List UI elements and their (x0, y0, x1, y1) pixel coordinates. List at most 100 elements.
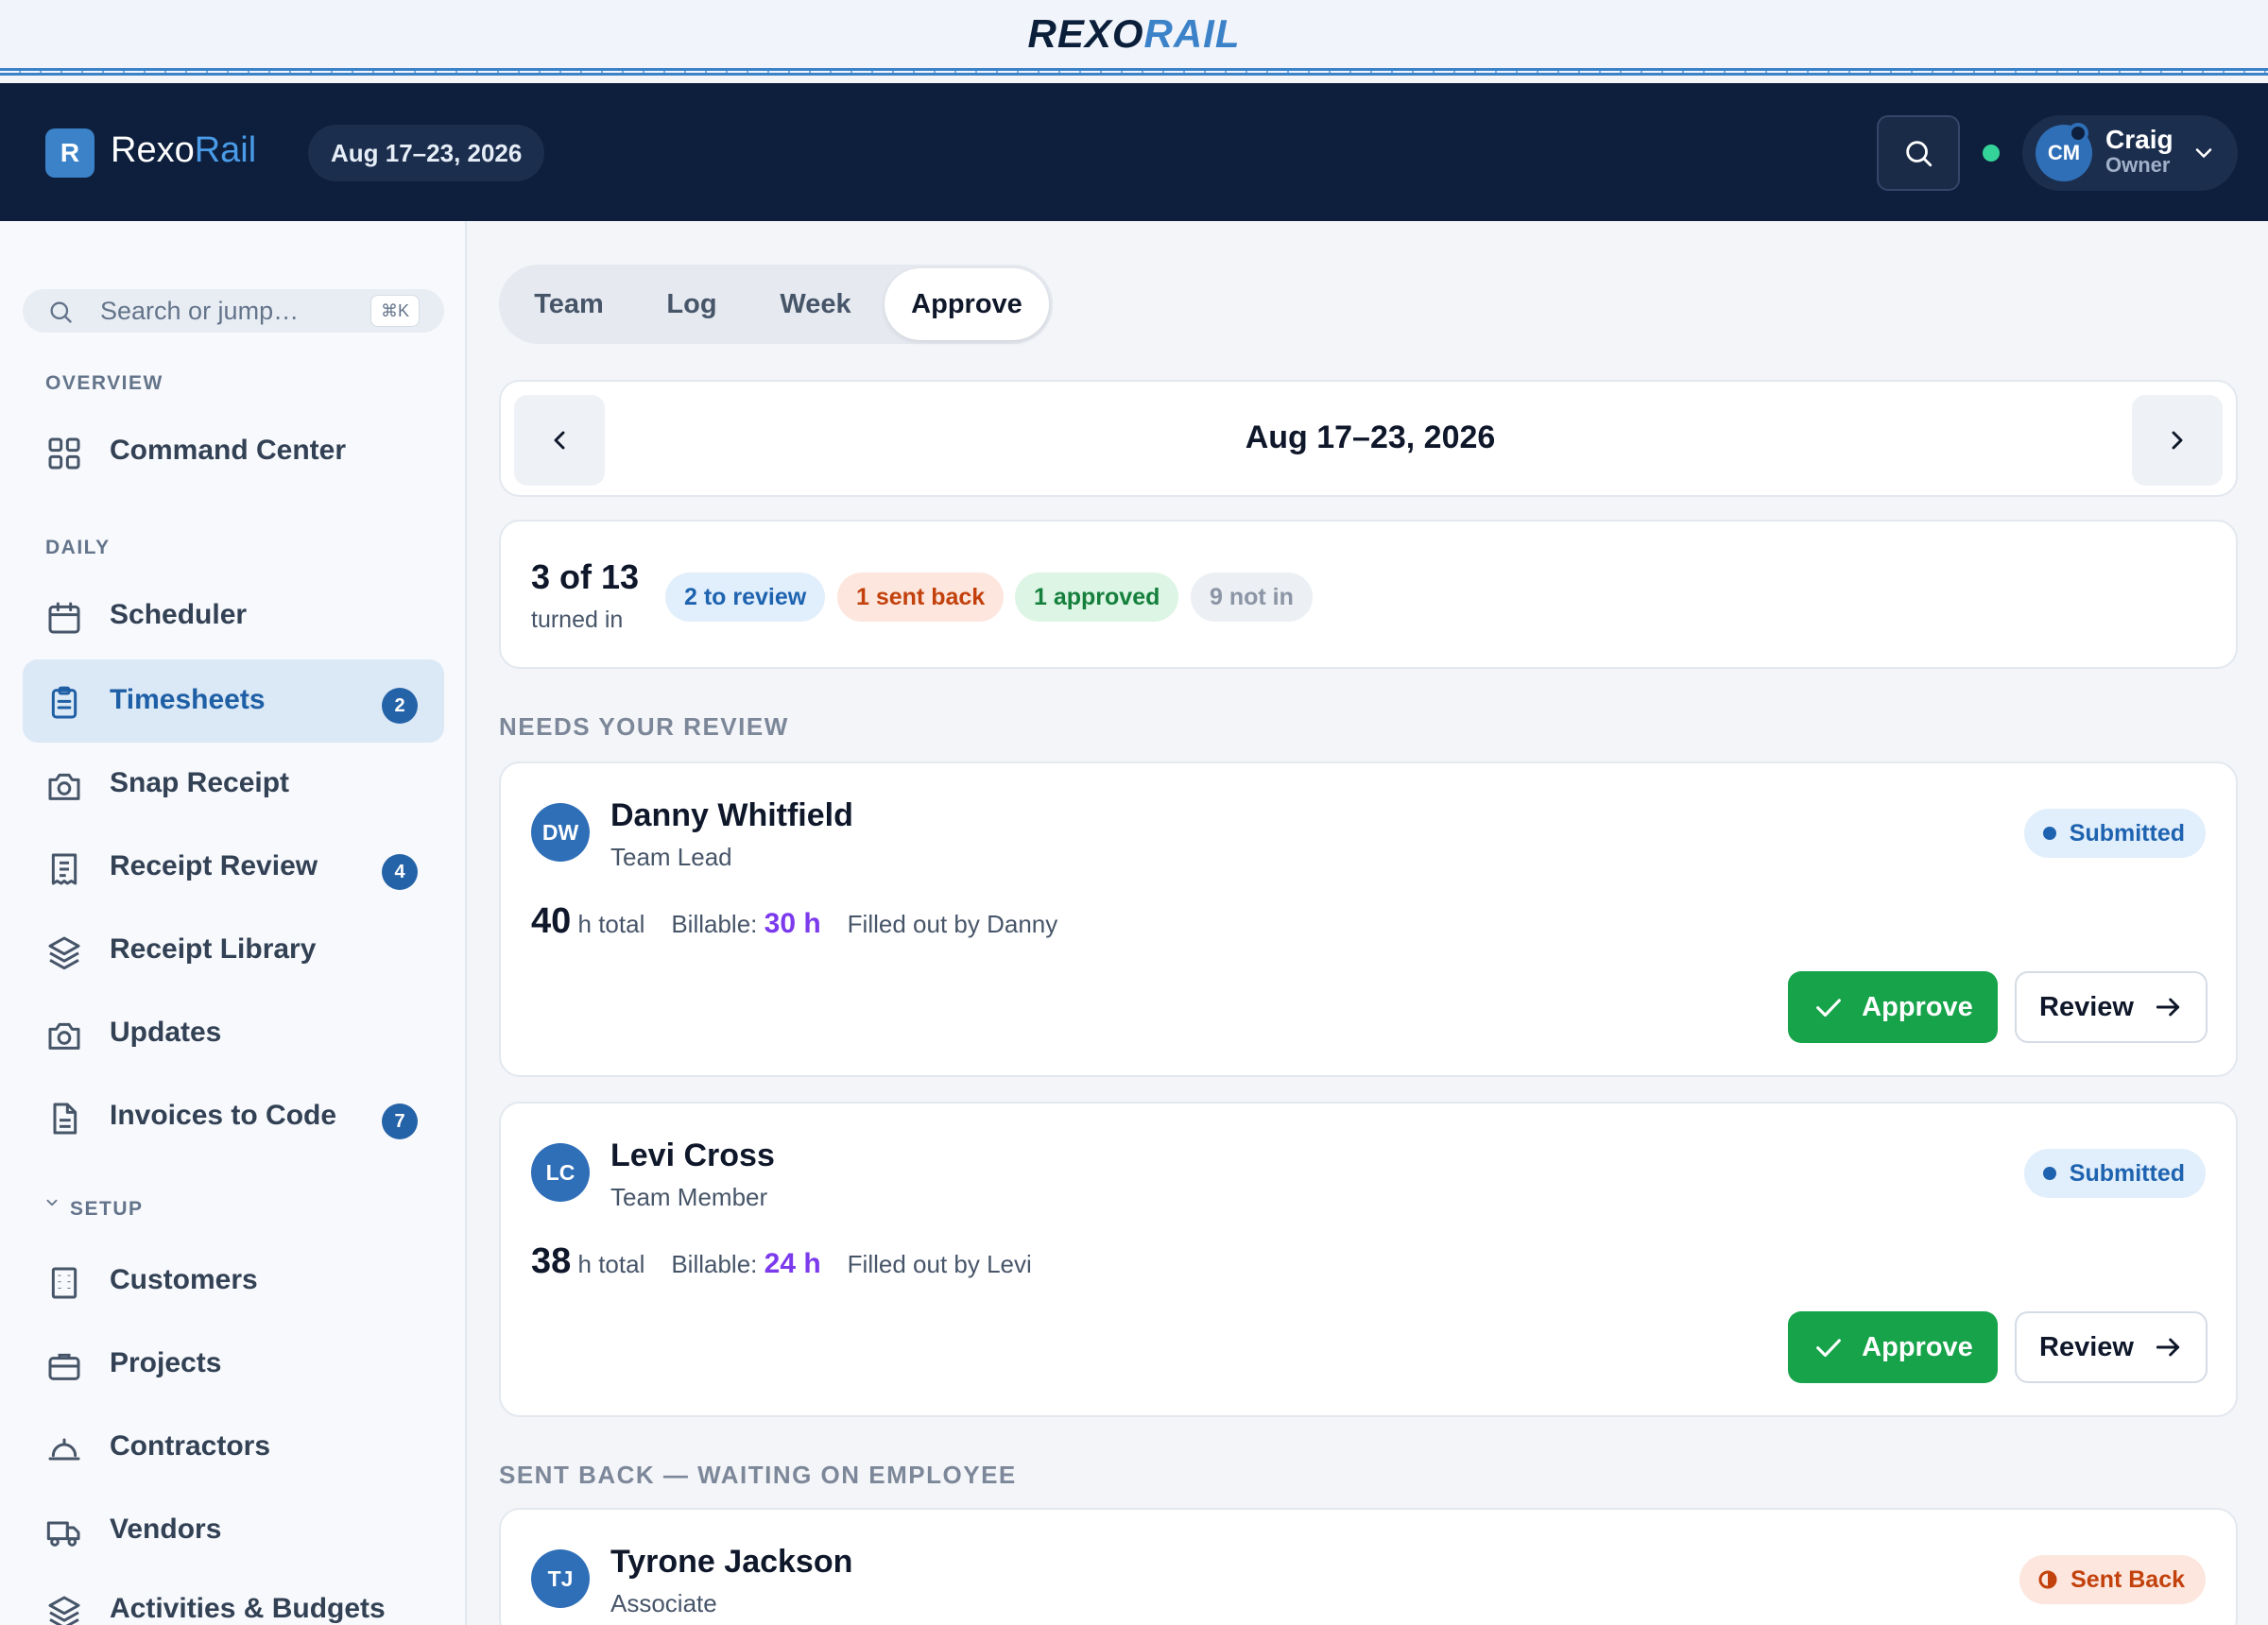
sidebar-item-label: Vendors (110, 1514, 222, 1545)
sidebar-item-invoices-to-code[interactable]: Invoices to Code 7 (23, 1075, 444, 1158)
sidebar-item-label: Updates (110, 1017, 222, 1048)
tab-week[interactable]: Week (748, 268, 883, 340)
timesheet-stats: 38 h total Billable: 24 h Filled out by … (531, 1241, 1032, 1282)
truck-icon (46, 1521, 80, 1547)
hours-unit: h total (577, 1250, 645, 1278)
user-menu[interactable]: CM Craig Owner (2022, 115, 2238, 191)
header-date-range: Aug 17–23, 2026 (308, 125, 545, 181)
turned-in-count: 3 of 13 (531, 557, 640, 596)
sidebar-item-label: Command Center (110, 435, 347, 466)
sidebar-item-receipt-review[interactable]: Receipt Review 4 (23, 826, 444, 909)
sidebar-item-label: Scheduler (110, 599, 248, 630)
billable-hours: 24 h (764, 1248, 821, 1279)
approve-button[interactable]: Approve (1788, 1311, 1998, 1383)
hours-unit: h total (577, 910, 645, 938)
sidebar-item-label: Snap Receipt (110, 767, 290, 798)
count-badge: 2 (382, 688, 418, 724)
billable-label: Billable: (671, 910, 758, 938)
sidebar-item-label: Receipt Review (110, 850, 318, 881)
status-badge: Submitted (2023, 1149, 2206, 1198)
arrow-right-icon (2156, 1338, 2180, 1357)
avatar-status-dot (2068, 123, 2088, 144)
chevron-right-icon (2172, 431, 2183, 450)
section-setup[interactable]: SETUP (45, 1198, 144, 1221)
user-name: Craig (2105, 125, 2174, 154)
sidebar-item-vendors[interactable]: Vendors (23, 1489, 444, 1572)
filter-chip-to-review[interactable]: 2 to review (665, 573, 826, 622)
billable-label: Billable: (671, 1250, 758, 1278)
sidebar-item-receipt-library[interactable]: Receipt Library (23, 909, 444, 992)
header-search-button[interactable] (1877, 115, 1960, 191)
camera-icon (48, 1022, 80, 1050)
employee-name: Tyrone Jackson (610, 1544, 853, 1580)
shortcut-hint: ⌘K (370, 295, 421, 327)
sidebar-item-customers[interactable]: Customers (23, 1240, 444, 1323)
sidebar-item-label: Projects (110, 1347, 222, 1378)
sidebar-item-contractors[interactable]: Contractors (23, 1406, 444, 1489)
app-name: RexoRail (111, 130, 257, 170)
sidebar-item-updates[interactable]: Updates (23, 992, 444, 1075)
employee-role: Associate (610, 1589, 717, 1617)
timesheet-card: TJ Tyrone Jackson Associate Sent Back (499, 1508, 2238, 1625)
sidebar-item-command-center[interactable]: Command Center (23, 410, 444, 493)
next-week-button[interactable] (2132, 395, 2223, 486)
sidebar-item-snap-receipt[interactable]: Snap Receipt (23, 743, 444, 826)
approve-button[interactable]: Approve (1788, 971, 1998, 1043)
section-daily: DAILY (45, 537, 111, 558)
section-sent-back: SENT BACK — WAITING ON EMPLOYEE (499, 1461, 1017, 1489)
sidebar-item-timesheets[interactable]: Timesheets 2 (23, 659, 444, 743)
section-needs-review: NEEDS YOUR REVIEW (499, 712, 789, 741)
total-hours: 40 (531, 901, 572, 941)
submission-summary: 3 of 13 turned in 2 to review 1 sent bac… (499, 520, 2238, 669)
filter-chip-approved[interactable]: 1 approved (1015, 573, 1179, 622)
half-circle-icon (2038, 1570, 2057, 1589)
search-icon (1906, 141, 1933, 167)
week-navigator: Aug 17–23, 2026 (499, 380, 2238, 497)
brand-wordmark: REXORAIL (1027, 11, 1241, 56)
timesheet-card: LC Levi Cross Team Member Submitted 38 h… (499, 1102, 2238, 1417)
turned-in-caption: turned in (531, 607, 624, 633)
count-badge: 4 (382, 854, 418, 890)
tab-log[interactable]: Log (635, 268, 748, 340)
sidebar-item-activities-budgets[interactable]: Activities & Budgets (23, 1568, 444, 1625)
arrow-right-icon (2156, 998, 2180, 1017)
app-header: R RexoRail Aug 17–23, 2026 CM Craig Owne… (0, 83, 2268, 221)
file-icon (53, 1103, 77, 1135)
calendar-icon (48, 602, 80, 634)
sidebar-item-label: Invoices to Code (110, 1100, 337, 1131)
billable-hours: 30 h (764, 908, 821, 939)
sidebar-item-label: Timesheets (110, 684, 266, 715)
timesheet-stats: 40 h total Billable: 30 h Filled out by … (531, 901, 1057, 942)
sidebar-item-label: Activities & Budgets (110, 1593, 386, 1624)
hardhat-icon (48, 1438, 80, 1461)
sidebar: Search or jump… ⌘K OVERVIEW Command Cent… (0, 221, 467, 1625)
tab-team[interactable]: Team (503, 268, 635, 340)
status-badge: Sent Back (2019, 1555, 2206, 1604)
online-status-dot (1983, 145, 2000, 162)
sidebar-item-label: Receipt Library (110, 933, 317, 965)
building-icon (51, 1267, 77, 1299)
rail-divider (0, 68, 2268, 76)
status-badge: Submitted (2023, 809, 2206, 858)
employee-name: Danny Whitfield (610, 797, 853, 833)
sidebar-item-label: Contractors (110, 1430, 271, 1462)
sidebar-item-projects[interactable]: Projects (23, 1323, 444, 1406)
filter-chip-sent-back[interactable]: 1 sent back (837, 573, 1005, 622)
view-tabs: Team Log Week Approve (499, 265, 1053, 344)
timesheet-card: DW Danny Whitfield Team Lead Submitted 4… (499, 761, 2238, 1077)
review-button[interactable]: Review (2015, 971, 2208, 1043)
search-icon (50, 301, 72, 323)
sidebar-item-scheduler[interactable]: Scheduler (23, 574, 444, 658)
receipt-icon (51, 853, 77, 885)
tab-approve[interactable]: Approve (885, 268, 1049, 340)
user-role: Owner (2105, 153, 2171, 177)
filter-chip-not-in[interactable]: 9 not in (1191, 573, 1313, 622)
camera-icon (48, 773, 80, 800)
sidebar-search-input[interactable]: Search or jump… ⌘K (23, 289, 444, 333)
employee-role: Team Member (610, 1183, 768, 1211)
chevron-down-icon (46, 1199, 58, 1206)
review-button[interactable]: Review (2015, 1311, 2208, 1383)
status-dot (2042, 1167, 2056, 1180)
total-hours: 38 (531, 1241, 572, 1281)
app-logo[interactable]: R (45, 128, 94, 178)
